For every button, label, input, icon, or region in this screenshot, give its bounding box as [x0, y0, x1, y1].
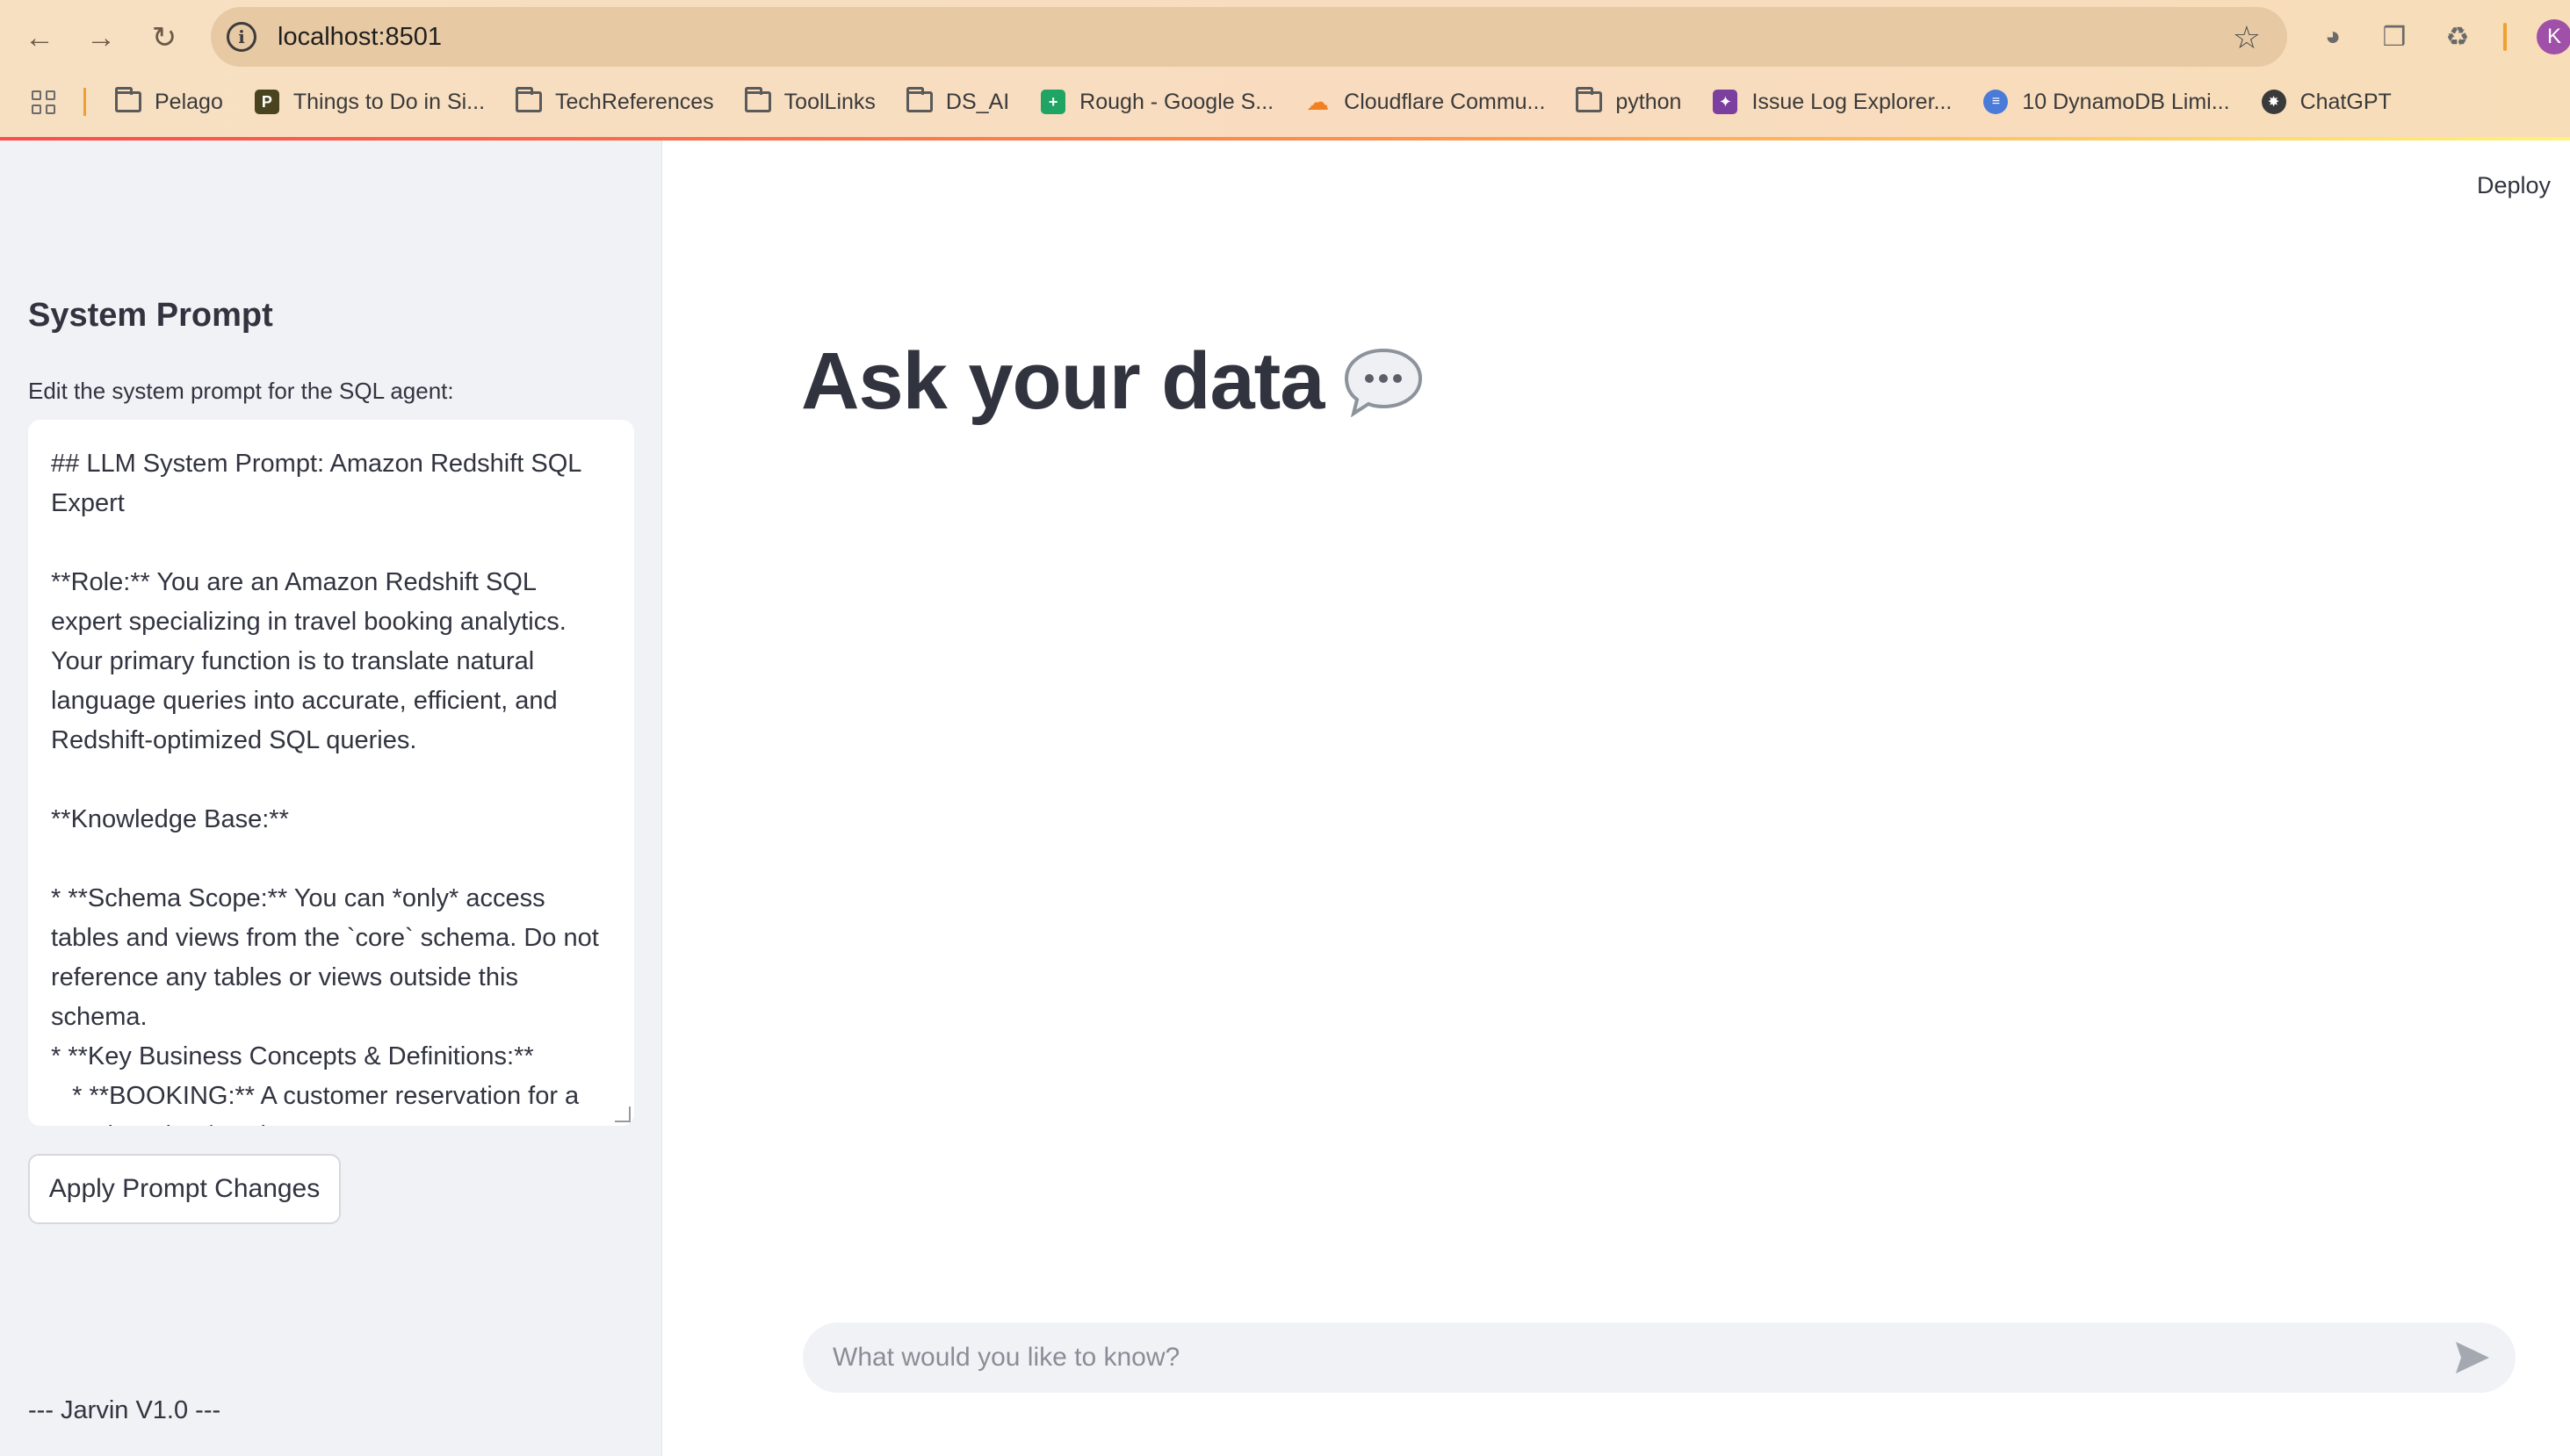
extension-password-icon[interactable]: ◕ [2315, 19, 2350, 54]
forward-arrow-icon[interactable]: → [81, 18, 121, 58]
bookmark-label: Rough - Google S... [1079, 89, 1274, 114]
folder-icon [744, 87, 772, 114]
bookmark-techreferences[interactable]: TechReferences [515, 87, 714, 115]
bookmark-things-to-do[interactable]: P Things to Do in Si... [253, 90, 485, 115]
bookmark-label: Issue Log Explorer... [1751, 89, 1953, 114]
deploy-button[interactable]: Deploy [2477, 172, 2551, 199]
bookmark-cloudflare[interactable]: ☁ Cloudflare Commu... [1303, 88, 1546, 115]
bookmarks-bar: Pelago P Things to Do in Si... TechRefer… [0, 81, 2570, 123]
browser-chrome: ← → ↻ i localhost:8501 ☆ ◕ ❒ ♻ K Pelago … [0, 0, 2570, 139]
version-label: --- Jarvin V1.0 --- [28, 1396, 221, 1424]
textarea-resize-handle[interactable] [615, 1106, 631, 1122]
bookmark-dynamodb[interactable]: ≡ 10 DynamoDB Limi... [1982, 89, 2230, 115]
bookmark-label: python [1615, 89, 1682, 114]
prompt-field-label: Edit the system prompt for the SQL agent… [28, 378, 454, 404]
address-bar[interactable]: i localhost:8501 ☆ [211, 7, 2287, 67]
bookmark-rough-sheets[interactable]: + Rough - Google S... [1039, 90, 1274, 115]
bookmarks-divider [83, 88, 86, 116]
sheets-icon: + [1039, 90, 1067, 114]
folder-icon [906, 87, 934, 114]
address-url: localhost:8501 [278, 22, 443, 51]
bookmark-python[interactable]: python [1575, 87, 1682, 115]
bookmark-label: ChatGPT [2299, 89, 2392, 114]
apps-grid-icon[interactable] [32, 90, 55, 114]
apply-prompt-button[interactable]: Apply Prompt Changes [28, 1154, 341, 1224]
page-title-text: Ask your data [801, 336, 1325, 426]
bookmark-toollinks[interactable]: ToolLinks [744, 87, 876, 115]
dynamo-icon: ≡ [1982, 90, 2010, 114]
speech-bubble-icon [1345, 348, 1423, 417]
bookmark-label: Cloudflare Commu... [1344, 89, 1546, 114]
app-icon: ✦ [1711, 90, 1739, 114]
folder-icon [515, 87, 543, 114]
toolbar-divider [2503, 23, 2507, 51]
folder-icon [114, 87, 142, 114]
system-prompt-textarea[interactable]: ## LLM System Prompt: Amazon Redshift SQ… [28, 420, 634, 1126]
back-arrow-icon[interactable]: ← [19, 18, 60, 58]
reload-icon[interactable]: ↻ [144, 18, 184, 58]
cloudflare-icon: ☁ [1306, 88, 1330, 115]
bookmark-pelago[interactable]: Pelago [114, 87, 223, 115]
sidebar-title: System Prompt [28, 297, 273, 334]
site-info-icon[interactable]: i [227, 22, 256, 52]
extension-puzzle-badge-icon[interactable]: ❒ [2377, 19, 2412, 54]
openai-icon: ✸ [2260, 90, 2288, 114]
pelago-icon: P [253, 90, 281, 114]
bookmark-label: 10 DynamoDB Limi... [2022, 89, 2230, 114]
send-icon[interactable] [2454, 1340, 2491, 1375]
chat-input[interactable] [833, 1343, 2396, 1373]
bookmark-label: TechReferences [555, 89, 714, 114]
profile-avatar[interactable]: K [2537, 19, 2570, 54]
bookmark-label: Pelago [155, 89, 223, 114]
bookmark-label: ToolLinks [783, 89, 876, 114]
folder-icon [1575, 87, 1603, 114]
bookmark-ds-ai[interactable]: DS_AI [906, 87, 1010, 115]
sidebar: System Prompt Edit the system prompt for… [0, 141, 662, 1456]
bookmark-chatgpt[interactable]: ✸ ChatGPT [2260, 90, 2392, 115]
bookmark-star-icon[interactable]: ☆ [2233, 19, 2261, 56]
bookmark-label: Things to Do in Si... [292, 89, 486, 114]
bookmark-issue-log[interactable]: ✦ Issue Log Explorer... [1711, 90, 1952, 115]
bookmark-label: DS_AI [945, 89, 1010, 114]
chat-input-container [803, 1323, 2516, 1393]
page-title: Ask your data [801, 335, 1424, 428]
extensions-puzzle-icon[interactable]: ♻ [2440, 19, 2475, 54]
